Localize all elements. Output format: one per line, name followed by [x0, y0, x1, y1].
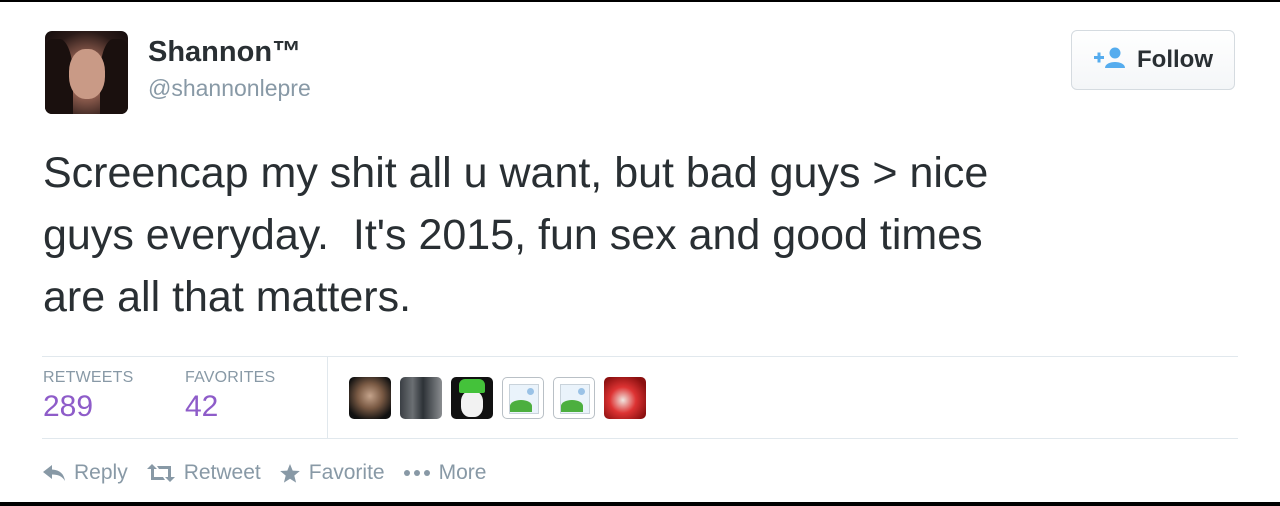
retweet-icon: [146, 463, 176, 483]
favoriter-avatar[interactable]: [451, 377, 493, 419]
retweet-button[interactable]: Retweet: [146, 461, 261, 485]
retweets-label: RETWEETS: [43, 369, 134, 386]
more-button[interactable]: More: [403, 461, 487, 485]
favorites-count[interactable]: 42: [185, 390, 218, 424]
favoriter-avatar[interactable]: [604, 377, 646, 419]
top-border: [0, 0, 1280, 2]
bottom-border: [0, 502, 1280, 506]
profile-avatar[interactable]: [45, 31, 128, 114]
user-display-name[interactable]: Shannon™: [148, 36, 301, 69]
broken-image-hill: [510, 400, 532, 412]
reply-label: Reply: [74, 461, 128, 484]
broken-image-icon[interactable]: [553, 377, 595, 419]
avatar-face: [461, 391, 483, 417]
avatar-hat: [459, 379, 485, 393]
stats-divider: [327, 357, 328, 438]
divider-bottom: [42, 438, 1238, 439]
retweets-count[interactable]: 289: [43, 390, 93, 424]
follow-button-label: Follow: [1137, 46, 1213, 73]
tweet-actions: Reply Retweet Favorite More: [42, 461, 504, 485]
more-label: More: [438, 461, 487, 484]
user-handle[interactable]: @shannonlepre: [148, 75, 311, 102]
broken-image-icon[interactable]: [502, 377, 544, 419]
favorites-label: FAVORITES: [185, 369, 276, 386]
favoriters-list: [349, 377, 646, 419]
more-dots-icon: [403, 469, 431, 477]
star-icon: [279, 463, 301, 484]
tweet-text: Screencap my shit all u want, but bad gu…: [43, 149, 989, 321]
retweet-label: Retweet: [183, 461, 261, 484]
avatar-face: [69, 49, 105, 99]
add-person-icon: [1093, 47, 1127, 74]
favoriter-avatar[interactable]: [400, 377, 442, 419]
reply-button[interactable]: Reply: [42, 461, 128, 485]
broken-image-hill: [561, 400, 583, 412]
favorite-label: Favorite: [308, 461, 385, 484]
divider-top: [42, 356, 1238, 357]
broken-image-sun: [527, 388, 534, 395]
reply-icon: [42, 463, 66, 483]
follow-button[interactable]: Follow: [1071, 30, 1235, 90]
favorite-button[interactable]: Favorite: [279, 461, 385, 485]
broken-image-sun: [578, 388, 585, 395]
favoriter-avatar[interactable]: [349, 377, 391, 419]
